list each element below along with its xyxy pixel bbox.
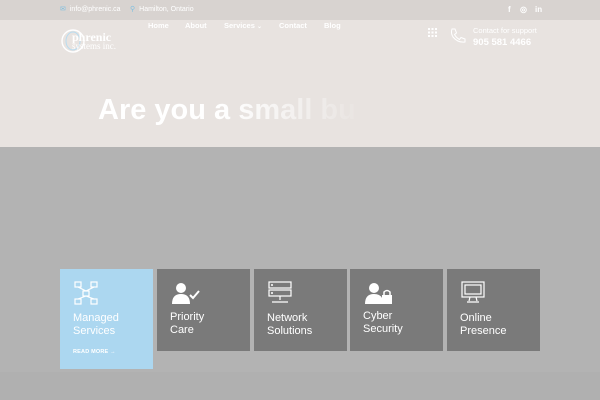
hero-headline: Are you a small bu bbox=[98, 94, 368, 127]
card-title: Online Presence bbox=[460, 312, 536, 338]
card-priority-care[interactable]: Priority Care bbox=[157, 269, 250, 351]
card-title-line1: Online bbox=[460, 312, 492, 324]
support-phone[interactable]: 905 581 4466 bbox=[473, 37, 531, 48]
card-title-line2: Services bbox=[73, 325, 116, 337]
email-text: info@phrenic.ca bbox=[69, 5, 121, 13]
card-cyber-security[interactable]: Cyber Security bbox=[350, 269, 443, 351]
card-title-line1: Managed bbox=[73, 312, 119, 324]
top-bar: ✉ info@phrenic.ca ⚲ Hamilton, Ontario f … bbox=[0, 0, 600, 20]
grid-menu-icon[interactable] bbox=[428, 28, 437, 37]
email-contact[interactable]: ✉ info@phrenic.ca bbox=[60, 5, 121, 14]
card-title: Priority Care bbox=[170, 311, 246, 337]
card-title-line2: Solutions bbox=[267, 325, 313, 337]
location-contact: ⚲ Hamilton, Ontario bbox=[130, 5, 194, 14]
card-title-line2: Security bbox=[363, 323, 403, 335]
location-text: Hamilton, Ontario bbox=[139, 5, 194, 13]
server-icon bbox=[268, 281, 292, 303]
nav-blog[interactable]: Blog bbox=[324, 21, 341, 30]
chevron-down-icon: ⌄ bbox=[256, 24, 262, 30]
card-online-presence[interactable]: Online Presence bbox=[447, 269, 540, 351]
user-lock-icon bbox=[365, 283, 392, 304]
card-title-line1: Network bbox=[267, 312, 308, 324]
card-title: Managed Services bbox=[73, 312, 149, 338]
network-hierarchy-icon bbox=[74, 281, 98, 305]
instagram-icon[interactable]: ◎ bbox=[520, 5, 527, 14]
support-label: Contact for support bbox=[473, 26, 537, 35]
card-title-line2: Presence bbox=[460, 325, 507, 337]
logo-line2: systems inc. bbox=[72, 41, 116, 51]
user-check-icon bbox=[172, 283, 200, 304]
section-divider bbox=[0, 372, 600, 400]
email-icon: ✉ bbox=[60, 6, 66, 13]
read-more-link[interactable]: READ MORE → bbox=[73, 349, 116, 355]
nav-about[interactable]: About bbox=[185, 21, 207, 30]
nav-services-label: Services bbox=[224, 21, 255, 30]
monitor-icon bbox=[461, 281, 485, 303]
card-title: Network Solutions bbox=[267, 312, 343, 338]
card-title-line1: Cyber bbox=[363, 310, 393, 322]
facebook-icon[interactable]: f bbox=[508, 5, 511, 14]
card-title-line1: Priority bbox=[170, 311, 205, 323]
card-network-solutions[interactable]: Network Solutions bbox=[254, 269, 347, 351]
linkedin-icon[interactable]: in bbox=[535, 5, 542, 14]
logo[interactable]: phrenic systems inc. bbox=[72, 31, 116, 51]
card-title: Cyber Security bbox=[363, 310, 439, 336]
nav-contact[interactable]: Contact bbox=[279, 21, 307, 30]
nav-services[interactable]: Services ⌄ bbox=[224, 21, 262, 30]
nav-home[interactable]: Home bbox=[148, 21, 169, 30]
card-managed-services[interactable]: Managed Services READ MORE → bbox=[60, 269, 153, 369]
card-title-line2: Care bbox=[170, 324, 194, 336]
location-pin-icon: ⚲ bbox=[130, 6, 136, 13]
phone-icon bbox=[450, 28, 466, 43]
